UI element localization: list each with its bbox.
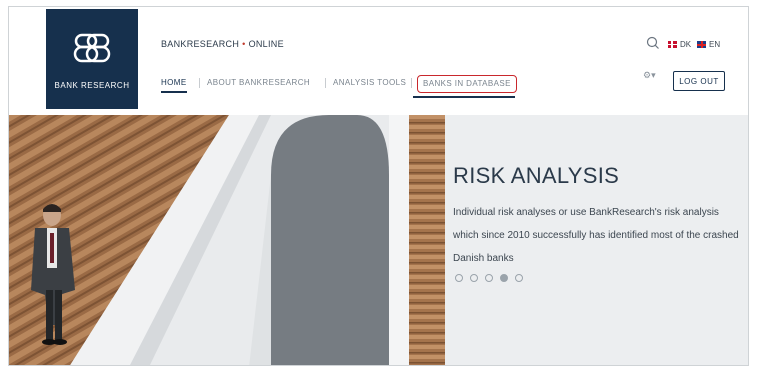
language-dk[interactable]: DK <box>668 40 691 49</box>
slide-dot-5[interactable] <box>515 274 523 282</box>
nav-home[interactable]: HOME <box>161 75 187 93</box>
language-dk-label: DK <box>680 40 692 49</box>
nav-banks-in-database[interactable]: BANKS IN DATABASE <box>417 75 517 93</box>
flag-dk-icon <box>668 41 677 48</box>
browser-frame: BANK RESEARCH BANKRESEARCH • ONLINE HOME A… <box>8 6 749 366</box>
logo-mark-icon <box>73 33 111 63</box>
language-en-label: EN <box>709 40 721 49</box>
search-icon[interactable] <box>646 36 660 50</box>
language-en[interactable]: EN <box>697 40 720 49</box>
brand-name: BANKRESEARCH <box>161 39 240 49</box>
slide-dot-3[interactable] <box>485 274 493 282</box>
nav-divider <box>325 78 326 88</box>
brand-separator: • <box>242 39 246 49</box>
nav-divider <box>199 78 200 88</box>
brand-suffix: ONLINE <box>248 39 284 49</box>
flag-en-icon <box>697 41 706 48</box>
bank-research-logo[interactable]: BANK RESEARCH <box>46 9 138 109</box>
logo-text: BANK RESEARCH <box>54 81 130 90</box>
hero-description: Individual risk analyses or use BankRese… <box>453 207 739 264</box>
site-brand: BANKRESEARCH • ONLINE <box>161 39 284 49</box>
slide-dot-1[interactable] <box>455 274 463 282</box>
nav-analysis-tools[interactable]: ANALYSIS TOOLS <box>333 75 406 91</box>
gear-icon[interactable]: ⚙▾ <box>643 70 656 81</box>
hero-title: RISK ANALYSIS <box>453 163 620 188</box>
slide-dot-4[interactable] <box>500 274 508 282</box>
slide-indicators <box>455 274 530 282</box>
site-header: BANK RESEARCH BANKRESEARCH • ONLINE HOME A… <box>9 7 748 115</box>
nav-active-underline <box>413 96 515 98</box>
hero-banner: RISK ANALYSIS Individual risk analyses o… <box>9 115 748 365</box>
nav-about[interactable]: ABOUT BANKRESEARCH <box>207 75 310 91</box>
slide-dot-2[interactable] <box>470 274 478 282</box>
logout-button[interactable]: LOG OUT <box>673 71 725 91</box>
nav-divider <box>411 78 412 88</box>
